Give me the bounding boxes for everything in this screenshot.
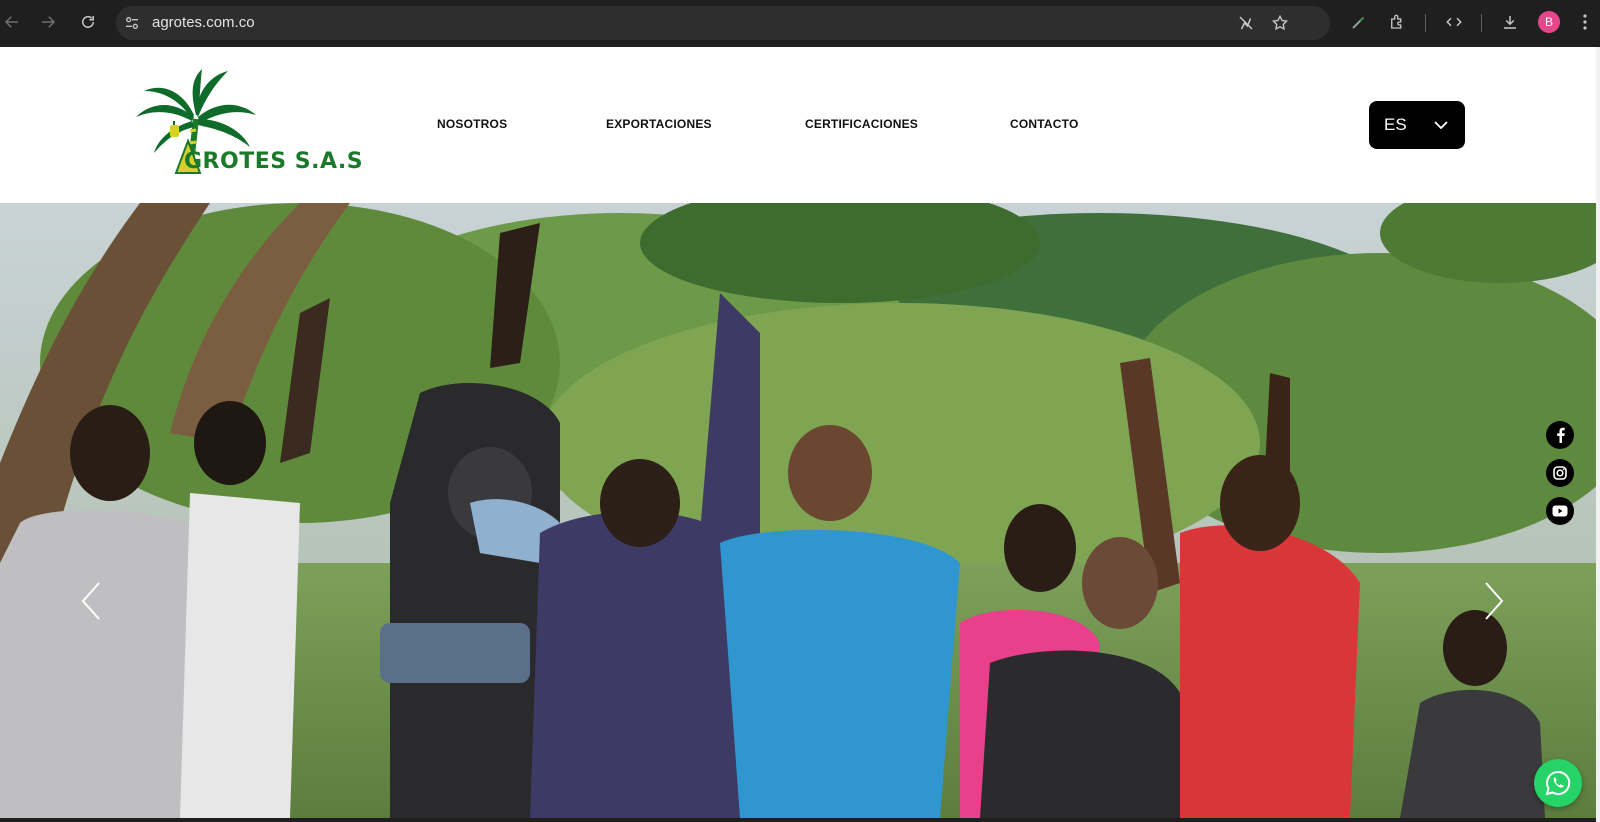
nav-exportaciones[interactable]: EXPORTACIONES: [606, 117, 712, 131]
hero-photo: [0, 203, 1596, 818]
hero-slideshow[interactable]: [0, 203, 1596, 818]
language-label: ES: [1384, 115, 1407, 134]
web-page: GROTES S.A.S NOSOTROS EXPORTACIONES CERT…: [0, 47, 1596, 818]
facebook-icon[interactable]: [1546, 421, 1574, 449]
toolbar-separator: [1481, 14, 1482, 32]
download-icon[interactable]: [1499, 11, 1521, 33]
toolbar-separator: [1425, 14, 1426, 32]
site-header: GROTES S.A.S NOSOTROS EXPORTACIONES CERT…: [0, 47, 1596, 203]
nav-contacto[interactable]: CONTACTO: [1010, 117, 1079, 131]
menu-kebab-icon[interactable]: [1574, 11, 1596, 33]
youtube-icon[interactable]: [1546, 497, 1574, 525]
browser-toolbar: agrotes.com.co B: [0, 0, 1600, 47]
reload-icon[interactable]: [76, 10, 100, 34]
eyedropper-extension-icon[interactable]: [1348, 11, 1370, 33]
url-text[interactable]: agrotes.com.co: [152, 14, 255, 31]
extensions-puzzle-icon[interactable]: [1386, 11, 1408, 33]
forward-icon[interactable]: [36, 10, 60, 34]
nav-nosotros[interactable]: NOSOTROS: [437, 117, 507, 131]
profile-avatar[interactable]: B: [1538, 11, 1560, 33]
site-settings-icon[interactable]: [122, 13, 142, 33]
chevron-right-icon[interactable]: [1482, 581, 1506, 621]
whatsapp-icon: [1545, 770, 1571, 796]
tracking-protection-icon[interactable]: [1236, 13, 1256, 33]
chevron-left-icon[interactable]: [79, 581, 103, 621]
nav-certificaciones[interactable]: CERTIFICACIONES: [805, 117, 918, 131]
page-scrollbar[interactable]: [1596, 47, 1600, 822]
address-bar[interactable]: agrotes.com.co: [116, 6, 1330, 40]
chevron-down-icon: [1434, 121, 1448, 130]
devtools-code-icon[interactable]: [1443, 11, 1465, 33]
whatsapp-chat-button[interactable]: [1534, 759, 1582, 807]
language-selector[interactable]: ES: [1369, 101, 1465, 149]
bookmark-star-icon[interactable]: [1270, 13, 1290, 33]
agrotes-logo[interactable]: GROTES S.A.S: [132, 69, 363, 181]
logo-text: GROTES S.A.S: [184, 149, 364, 174]
back-icon[interactable]: [0, 10, 24, 34]
instagram-icon[interactable]: [1546, 459, 1574, 487]
